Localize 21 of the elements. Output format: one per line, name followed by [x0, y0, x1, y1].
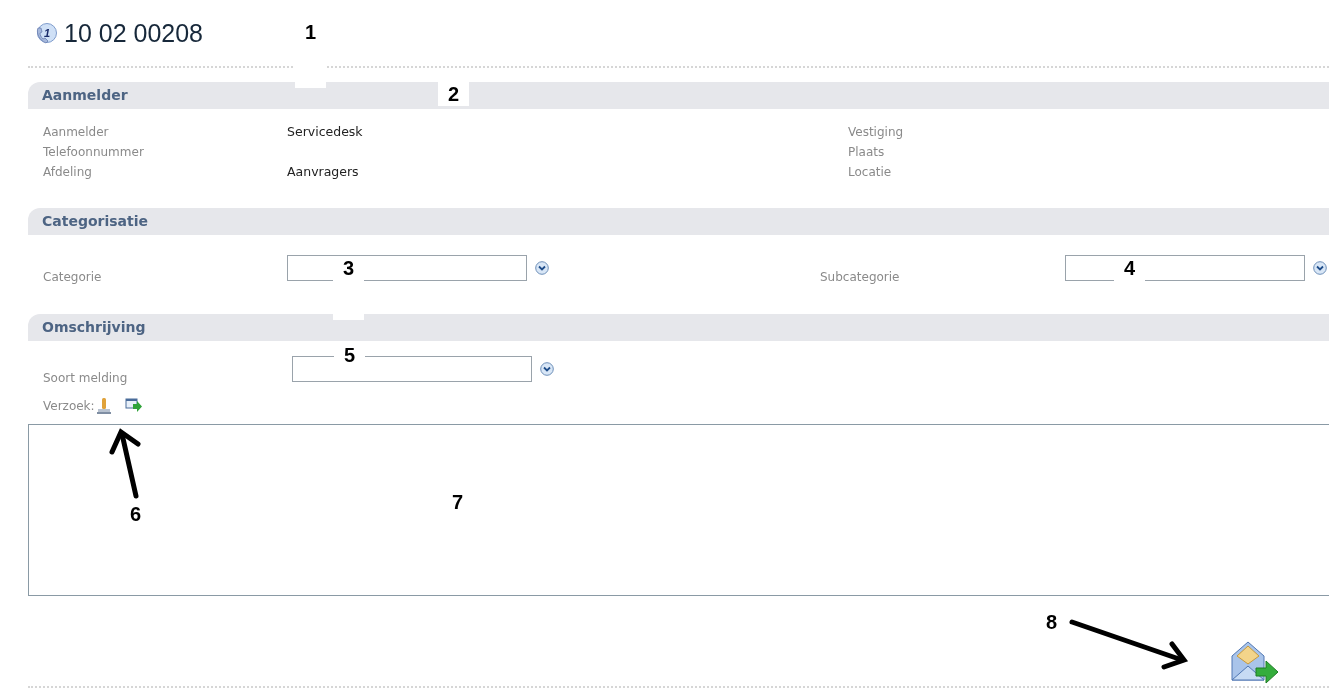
- section-header: Omschrijving: [28, 314, 1329, 341]
- ticket-number: 10 02 00208: [64, 18, 204, 50]
- stamp-icon[interactable]: [96, 397, 111, 415]
- annotation-number: 2: [438, 82, 470, 106]
- field-label: Locatie: [848, 164, 893, 181]
- field-label: Plaats: [848, 144, 886, 161]
- section-header: Categorisatie: [28, 208, 1329, 235]
- annotation-arrow: [109, 428, 141, 499]
- field-label: Aanmelder: [43, 124, 110, 141]
- field-value: Aanvragers: [287, 162, 359, 181]
- field-label: Telefoonnummer: [43, 144, 145, 161]
- field-label: Vestiging: [848, 124, 905, 141]
- export-icon[interactable]: [124, 398, 143, 414]
- field-label: Subcategorie: [820, 268, 901, 286]
- phone-badge-icon: 1: [34, 22, 58, 46]
- field-value: Servicedesk: [287, 122, 363, 141]
- field-label: Verzoek:: [43, 398, 95, 415]
- select-field[interactable]: [1065, 254, 1305, 281]
- field-label: Soort melding: [43, 369, 129, 387]
- field-label: Afdeling: [43, 164, 93, 181]
- field-label: Categorie: [43, 268, 103, 286]
